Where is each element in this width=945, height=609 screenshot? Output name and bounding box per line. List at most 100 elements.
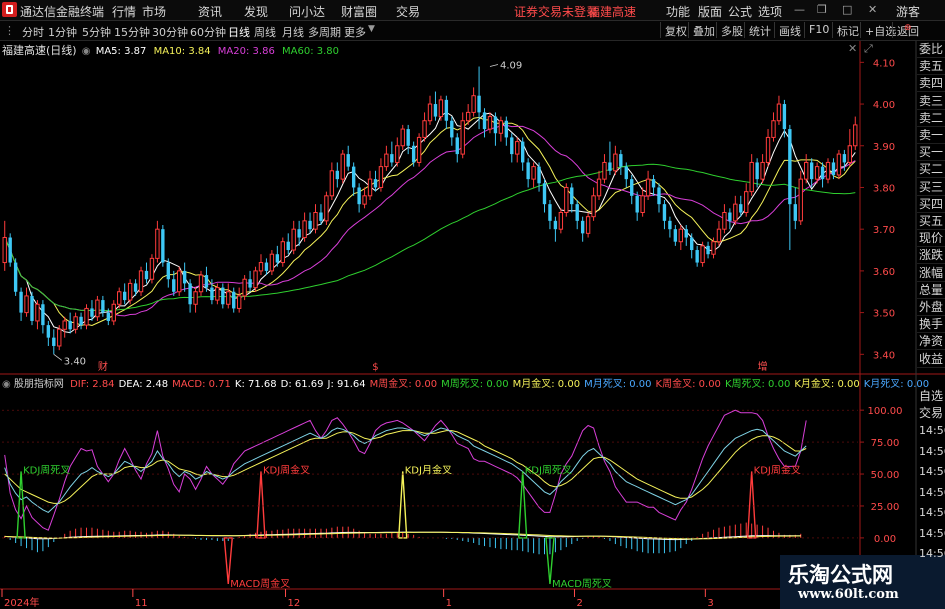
candle-body-up xyxy=(564,186,569,213)
candle-body-down xyxy=(624,166,628,180)
kline-chart[interactable]: 4.09 3.40 财 $ 增 KDJ周死叉 KDJ周金叉 KDJ月金叉 KDJ周死叉 KDJ周… xyxy=(0,41,945,609)
maximize-icon[interactable]: □ xyxy=(842,3,852,16)
candle-body-down xyxy=(90,308,94,317)
toolbar-draw[interactable]: 画线 xyxy=(774,22,805,38)
user-label[interactable]: 游客 xyxy=(896,3,920,20)
candle-body-down xyxy=(68,320,72,330)
chart-expand-icon[interactable]: ⤢ xyxy=(864,42,873,56)
signal-label: MACD周金叉 xyxy=(230,577,290,590)
more-dropdown-icon[interactable]: ▼ xyxy=(368,24,375,34)
event-marker: 财 xyxy=(98,360,108,373)
candle-body-down xyxy=(411,145,416,163)
period-tab-multi[interactable]: 多周期 xyxy=(308,24,341,40)
menu-options[interactable]: 选项 xyxy=(758,3,782,20)
menu-trade[interactable]: 交易 xyxy=(396,3,420,20)
candle-body-up xyxy=(602,161,607,180)
candle-body-up xyxy=(427,103,433,122)
indicator-legend-item: M月金叉: 0.00 xyxy=(512,379,581,390)
candle-body-up xyxy=(57,328,62,347)
candle-body-down xyxy=(755,162,759,180)
chart-close-icon[interactable]: ✕ xyxy=(848,42,857,55)
indicator-legend-item: D: 61.69 xyxy=(280,379,324,390)
candle-body-down xyxy=(351,166,356,188)
candle-body-down xyxy=(433,104,438,117)
candle-body-up xyxy=(400,128,405,147)
menu-news[interactable]: 资讯 xyxy=(198,3,222,20)
indicator-legend-item: DEA: 2.48 xyxy=(118,379,169,390)
period-tab-1min[interactable]: 1分钟 xyxy=(48,24,77,40)
period-tab-more[interactable]: 更多 xyxy=(344,24,366,40)
tick-time: 14:56 xyxy=(919,444,945,458)
candle-body-up xyxy=(198,274,204,293)
login-notice[interactable]: 证券交易未登录 xyxy=(514,3,598,20)
period-tab-30min[interactable]: 30分钟 xyxy=(152,24,188,40)
period-tab-60min[interactable]: 60分钟 xyxy=(190,24,226,40)
restore-icon[interactable]: ❐ xyxy=(817,3,827,16)
event-marker: 增 xyxy=(758,360,768,373)
toolbar-stats[interactable]: 统计 xyxy=(744,22,775,38)
minimize-icon[interactable]: — xyxy=(794,3,805,16)
candle-body-up xyxy=(645,178,651,197)
candle-body-down xyxy=(210,287,214,301)
candle-body-down xyxy=(668,220,672,230)
menu-discover[interactable]: 发现 xyxy=(244,3,268,20)
candle-body-down xyxy=(172,279,176,292)
period-tab-weekly[interactable]: 周线 xyxy=(254,24,276,40)
menu-function[interactable]: 功能 xyxy=(666,3,690,20)
candle-body-down xyxy=(493,116,498,134)
candle-body-down xyxy=(297,229,301,238)
candle-body-up xyxy=(395,145,400,163)
candle-body-up xyxy=(302,220,307,239)
toolbar-overlay[interactable]: 叠加 xyxy=(688,22,719,38)
menu-quotes[interactable]: 行情 xyxy=(112,3,136,20)
period-tab-daily[interactable]: 日线 xyxy=(228,24,250,40)
close-icon[interactable]: ✕ xyxy=(868,3,877,16)
candle-body-down xyxy=(542,183,547,205)
candle-body-down xyxy=(553,220,558,230)
indicator-legend-item: J: 91.64 xyxy=(327,379,366,390)
menubar: 通达信金融终端 行情 市场 资讯 发现 问小达 财富圈 交易 证券交易未登录 福… xyxy=(0,0,945,21)
menu-ask[interactable]: 问小达 xyxy=(289,3,325,20)
indicator-settings-icon[interactable]: ◉ xyxy=(2,379,11,390)
candle-body-up xyxy=(117,291,122,305)
candle-body-down xyxy=(580,220,585,234)
candle-body-down xyxy=(809,162,814,180)
menu-wealth[interactable]: 财富圈 xyxy=(341,3,377,20)
candle-body-down xyxy=(357,187,361,205)
candle-body-down xyxy=(575,204,579,221)
menu-layout[interactable]: 版面 xyxy=(698,3,722,20)
period-tab-intraday[interactable]: 分时 xyxy=(22,24,44,40)
candle-body-up xyxy=(149,257,155,280)
toolbar-multistock[interactable]: 多股 xyxy=(716,22,747,38)
toolbar-mark[interactable]: 标记 xyxy=(832,22,863,38)
indicator-legend-item: MACD: 0.71 xyxy=(172,379,231,390)
menu-formula[interactable]: 公式 xyxy=(728,3,752,20)
candle-body-down xyxy=(161,229,165,263)
x-tick-label: 11 xyxy=(135,598,148,609)
side-tab-favorites[interactable]: 自选 xyxy=(919,387,943,404)
period-tab-15min[interactable]: 15分钟 xyxy=(114,24,150,40)
candle-body-up xyxy=(215,287,220,301)
legend-settings-icon[interactable]: ◉ xyxy=(82,46,91,57)
candle-body-up xyxy=(226,291,231,305)
toolbar-adjust[interactable]: 复权 xyxy=(660,22,691,38)
candle-body-down xyxy=(106,312,111,321)
candle-body-up xyxy=(329,170,335,197)
period-toolbar: ⋮ 分时 1分钟 5分钟 15分钟 30分钟 60分钟 日线 周线 月线 多周期… xyxy=(0,21,945,41)
candle-body-up xyxy=(700,245,705,264)
candle-body-up xyxy=(853,124,858,147)
drag-handle-icon[interactable]: ⋮ xyxy=(4,24,15,37)
candle-body-down xyxy=(450,120,454,138)
candle-body-up xyxy=(291,228,296,251)
period-tab-monthly[interactable]: 月线 xyxy=(282,24,304,40)
side-tab-trade[interactable]: 交易 xyxy=(919,404,943,421)
watermark-title: 乐淘公式网 xyxy=(788,563,893,587)
signal-spike xyxy=(256,471,266,539)
y-tick-label: 3.90 xyxy=(873,142,895,153)
candle-body-down xyxy=(122,291,127,301)
candle-body-down xyxy=(831,162,836,175)
toolbar-f10[interactable]: F10 xyxy=(804,22,833,38)
signal-label: KDJ月金叉 xyxy=(405,463,452,476)
menu-market[interactable]: 市场 xyxy=(142,3,166,20)
period-tab-5min[interactable]: 5分钟 xyxy=(82,24,111,40)
